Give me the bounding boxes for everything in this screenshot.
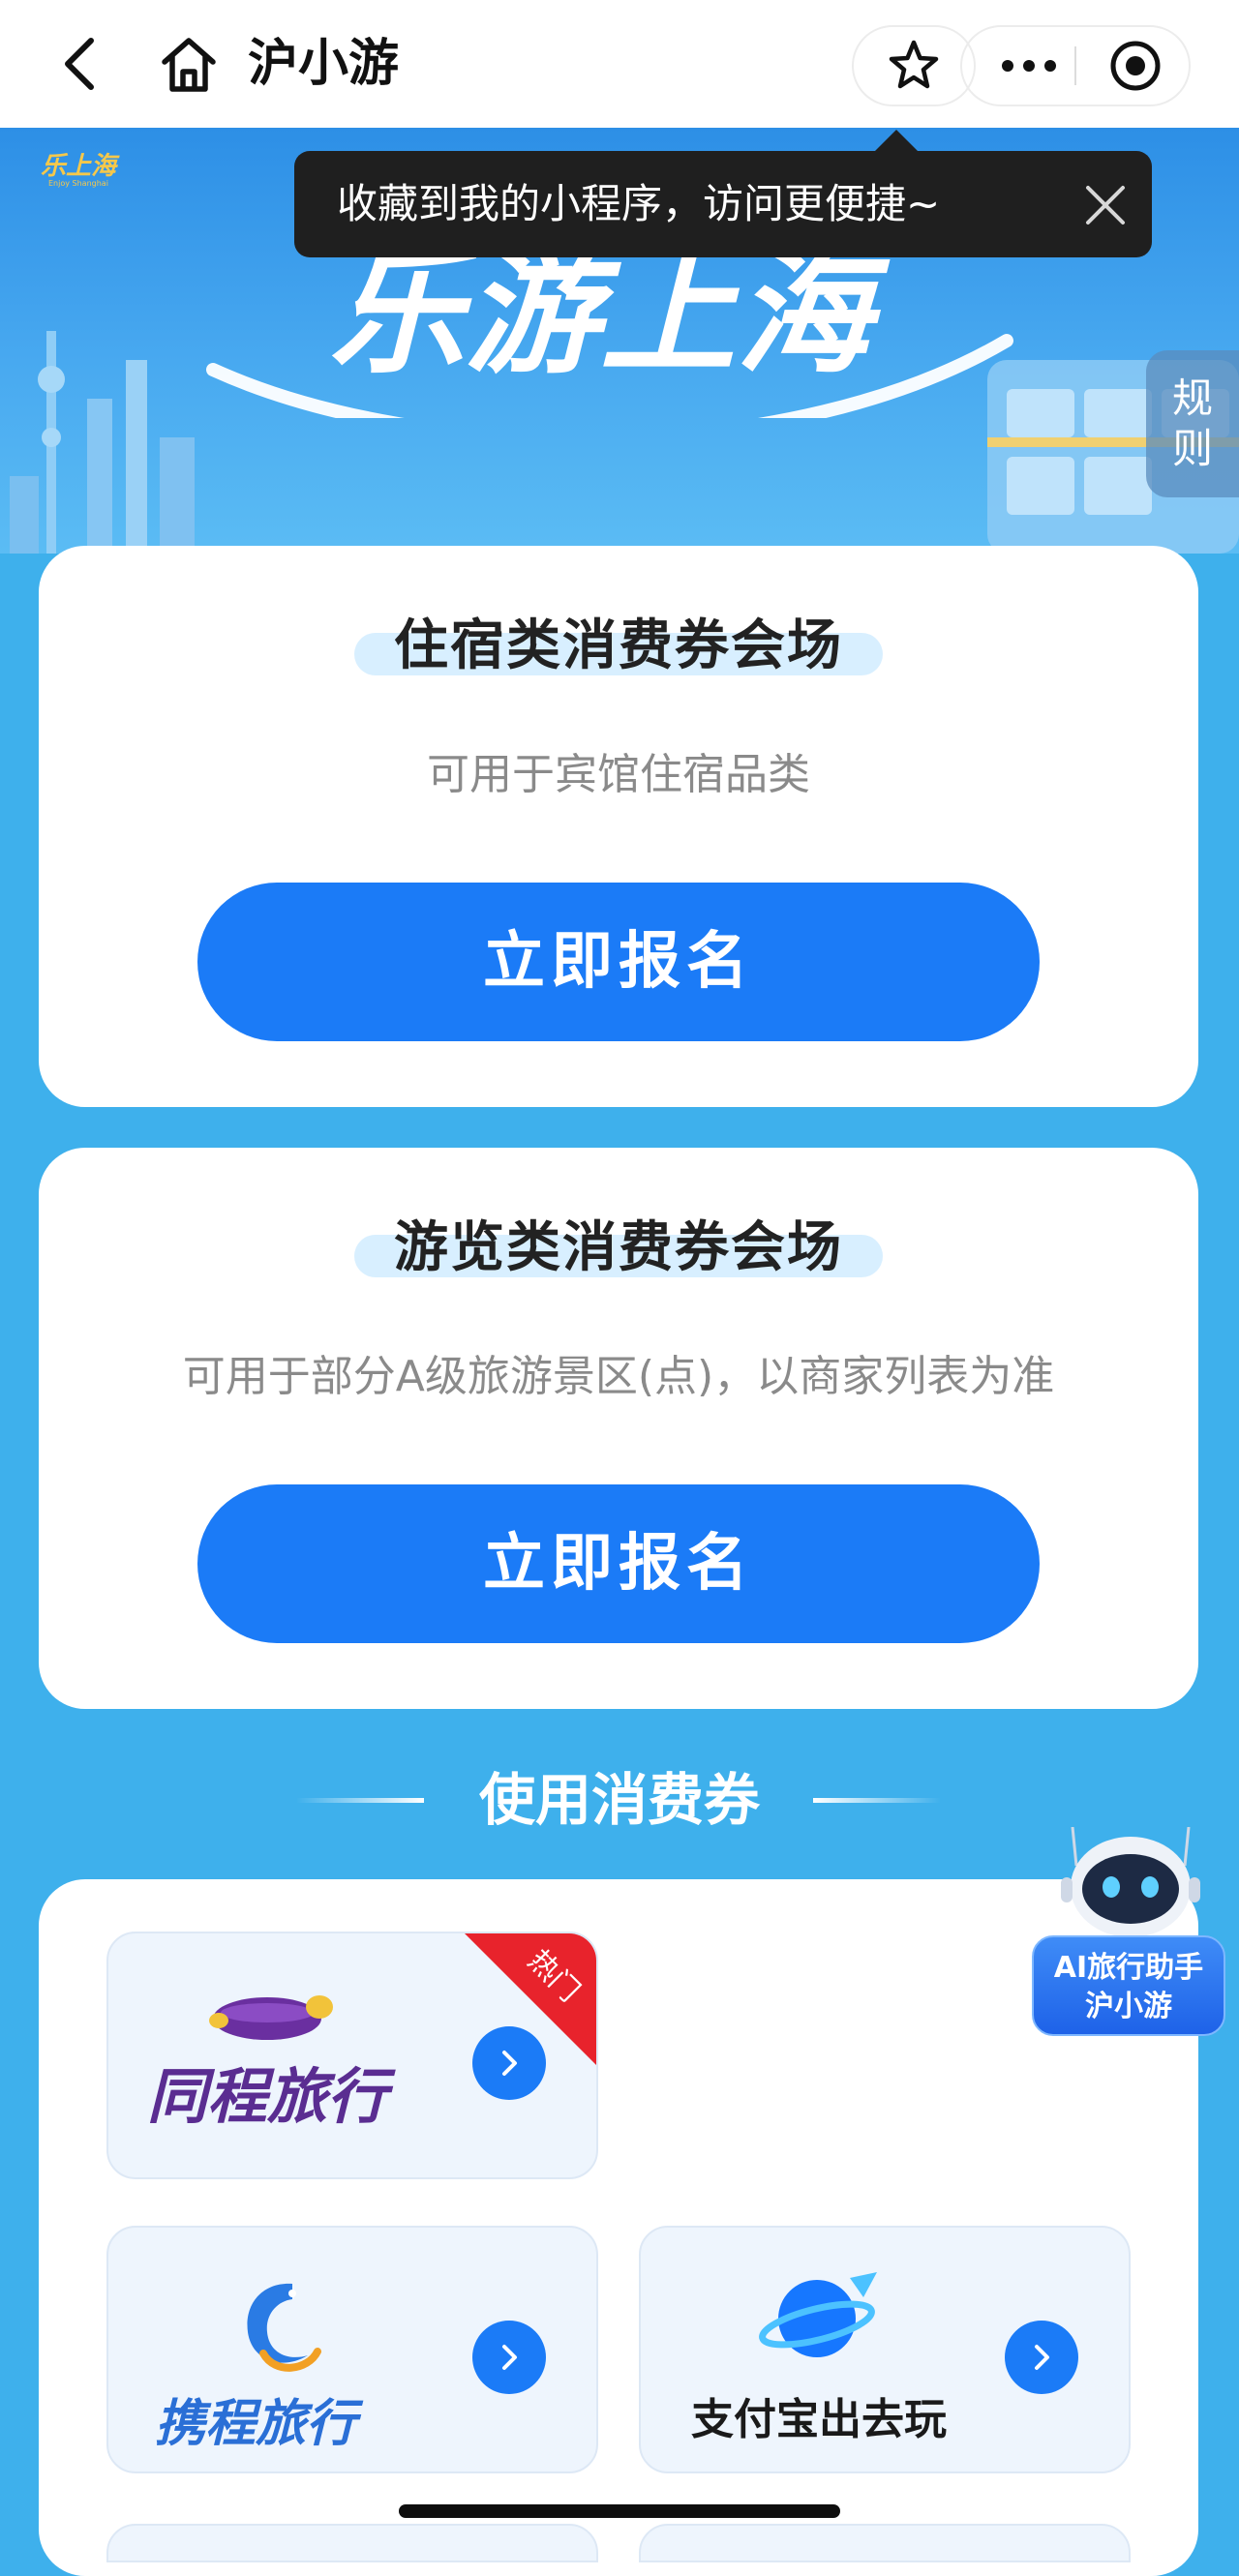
planet-logo-icon <box>759 2272 877 2357</box>
merchant-card-peek <box>639 2524 1131 2562</box>
merchant-name: 同程旅行 <box>147 2061 388 2132</box>
sightseeing-voucher-card: 游览类消费券会场 可用于部分A级旅游景区(点)，以商家列表为准 立即报名 <box>39 1148 1198 1709</box>
capsule-menu <box>960 25 1191 106</box>
ai-assistant-line1: AI旅行助手 <box>1053 1951 1204 1985</box>
more-icon <box>1002 60 1056 72</box>
card-subtitle: 可用于宾馆住宿品类 <box>427 750 810 799</box>
ai-assistant-button[interactable]: AI旅行助手 沪小游 <box>1032 1827 1225 2040</box>
tongcheng-logo-icon <box>209 1995 333 2040</box>
chevron-right-icon[interactable] <box>472 2321 546 2394</box>
section-line-right <box>813 1798 941 1803</box>
more-button[interactable] <box>985 27 1073 105</box>
card-subtitle: 可用于部分A级旅游景区(点)，以商家列表为准 <box>182 1352 1055 1401</box>
exit-miniprogram-button[interactable] <box>1092 27 1179 105</box>
tooltip-text: 收藏到我的小程序，访问更便捷~ <box>337 180 941 227</box>
star-icon <box>889 40 939 89</box>
svg-text:乐上海: 乐上海 <box>41 152 120 181</box>
merchant-alipay-travel[interactable]: 支付宝出去玩 <box>639 2226 1131 2473</box>
card-title: 游览类消费券会场 <box>394 1216 843 1279</box>
ai-assistant-line2: 沪小游 <box>1085 1990 1172 2023</box>
capsule-divider <box>1074 46 1076 85</box>
register-button[interactable]: 立即报名 <box>197 1484 1040 1643</box>
banner-logo: 乐上海 Enjoy Shanghai <box>41 152 120 188</box>
svg-text:Enjoy Shanghai: Enjoy Shanghai <box>48 179 108 188</box>
favorite-button[interactable] <box>852 25 976 106</box>
nav-bar: 沪小游 <box>0 0 1239 128</box>
chevron-right-icon[interactable] <box>1005 2321 1078 2394</box>
merchant-name: 支付宝出去玩 <box>691 2395 947 2444</box>
target-icon <box>1110 41 1161 91</box>
rules-label-1: 规 <box>1171 374 1213 422</box>
rules-label-2: 则 <box>1171 425 1213 472</box>
rules-button[interactable]: 规 则 <box>1146 350 1239 497</box>
merchant-card-peek <box>106 2524 598 2562</box>
back-icon[interactable] <box>50 29 112 99</box>
hot-badge: 热门 <box>465 1933 596 2065</box>
register-button[interactable]: 立即报名 <box>197 883 1040 1041</box>
home-indicator <box>399 2504 840 2518</box>
tooltip-arrow <box>873 130 920 153</box>
merchant-panel: 同程旅行 热门 携程旅行 支付宝出去玩 <box>39 1879 1198 2576</box>
merchant-name: 携程旅行 <box>155 2395 357 2453</box>
home-icon[interactable] <box>153 29 225 99</box>
robot-icon <box>1061 1827 1200 1937</box>
close-icon[interactable] <box>1080 180 1131 230</box>
favorite-tooltip: 收藏到我的小程序，访问更便捷~ <box>294 151 1152 257</box>
banner-title: 乐游上海 <box>329 235 891 393</box>
merchant-ctrip[interactable]: 携程旅行 <box>106 2226 598 2473</box>
dolphin-logo-icon <box>247 2283 321 2372</box>
merchant-tongcheng[interactable]: 同程旅行 热门 <box>106 1932 598 2179</box>
page-title: 沪小游 <box>248 35 400 93</box>
card-title: 住宿类消费券会场 <box>394 614 843 677</box>
lodging-voucher-card: 住宿类消费券会场 可用于宾馆住宿品类 立即报名 <box>39 546 1198 1107</box>
ai-assistant-label: AI旅行助手 沪小游 <box>1032 1935 1225 2036</box>
